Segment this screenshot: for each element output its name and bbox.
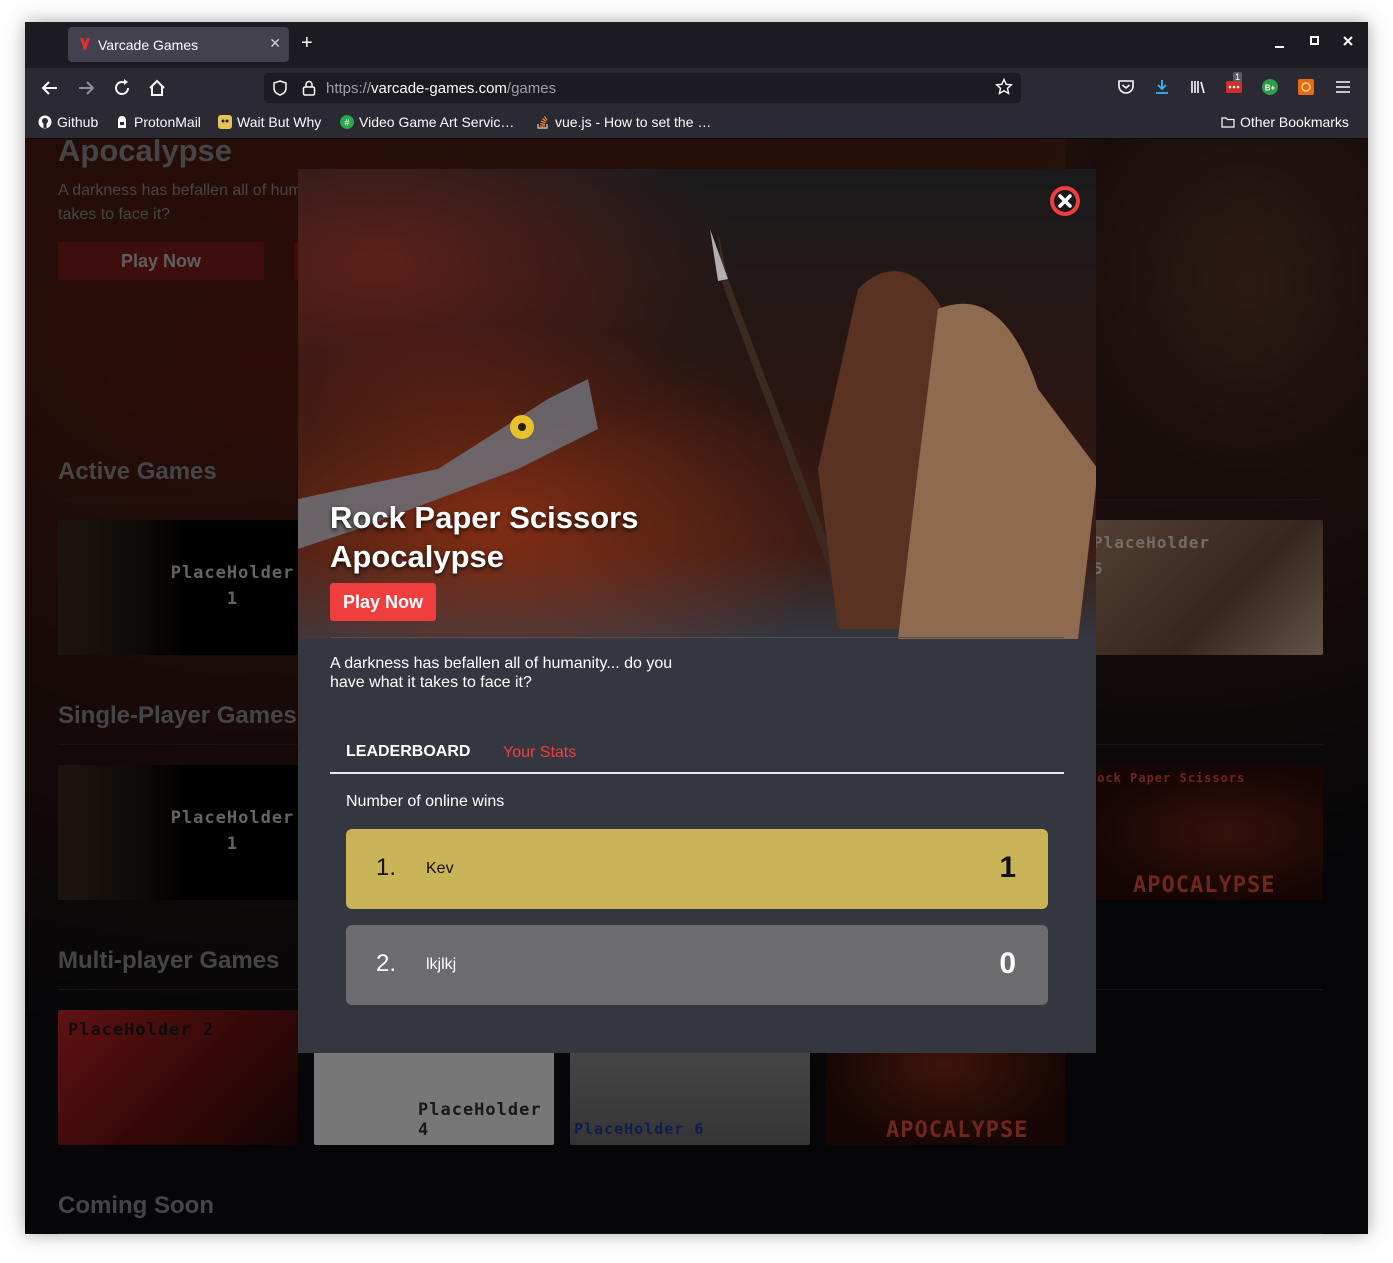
maximize-icon[interactable] <box>1310 36 1320 46</box>
minimize-icon[interactable] <box>1275 38 1285 48</box>
close-modal-icon[interactable] <box>1049 185 1081 217</box>
extension-bplus-icon[interactable]: B+ <box>1261 78 1279 96</box>
tracking-shield-icon[interactable] <box>272 80 288 96</box>
bookmark-label: ProtonMail <box>134 114 201 130</box>
stackoverflow-icon <box>537 116 548 129</box>
leaderboard-row-2: 2. lkjlkj 0 <box>346 925 1048 1005</box>
extension-lastpass-icon[interactable]: 1 <box>1225 72 1243 94</box>
game-title-line-1: Rock Paper Scissors <box>330 500 639 535</box>
address-bar[interactable]: https://varcade-games.com/games <box>264 73 1021 103</box>
close-window-icon[interactable] <box>1343 36 1353 46</box>
modal-divider <box>330 637 1064 638</box>
varcade-favicon-icon <box>80 38 90 50</box>
extension-badge: 1 <box>1233 72 1243 82</box>
leaderboard-player-name: Kev <box>426 860 454 877</box>
bookmarks-toolbar: Github ProtonMail Wait But Why # Video Ga… <box>25 108 1368 139</box>
bookmark-label: Wait But Why <box>237 114 322 130</box>
bookmark-label: Video Game Art Servic… <box>359 114 515 130</box>
waitbutwhy-icon <box>218 115 232 129</box>
bookmark-waitbutwhy[interactable]: Wait But Why <box>218 114 321 130</box>
downloads-icon[interactable] <box>1153 78 1171 96</box>
extension-settings-icon[interactable] <box>1297 78 1315 96</box>
pocket-icon[interactable] <box>1117 78 1135 96</box>
bookmark-star-icon[interactable] <box>995 78 1013 96</box>
game-details-modal: Rock Paper Scissors Apocalypse Play Now … <box>298 169 1096 1053</box>
tab-title: Varcade Games <box>98 37 199 53</box>
bookmark-label: vue.js - How to set the … <box>555 114 712 130</box>
menu-icon[interactable] <box>1334 78 1352 96</box>
url-protocol: https:// <box>326 80 372 97</box>
protonmail-icon <box>118 116 126 128</box>
tabs-underline <box>330 772 1064 774</box>
navigation-toolbar: https://varcade-games.com/games 1 B+ <box>25 68 1368 108</box>
lock-icon[interactable] <box>302 80 316 96</box>
back-icon[interactable] <box>39 77 61 99</box>
browser-tab[interactable]: Varcade Games ✕ <box>68 27 289 62</box>
game-title: Rock Paper Scissors Apocalypse <box>330 498 638 576</box>
github-icon <box>38 115 52 129</box>
library-icon[interactable] <box>1189 78 1207 96</box>
browser-window: Varcade Games ✕ + https://varcade-games.… <box>25 22 1368 1234</box>
other-bookmarks-folder[interactable]: Other Bookmarks <box>1221 114 1349 130</box>
bookmark-stackoverflow[interactable]: vue.js - How to set the … <box>536 114 711 130</box>
leaderboard-caption: Number of online wins <box>346 793 505 810</box>
tab-strip: Varcade Games ✕ + <box>25 22 1368 68</box>
leaderboard-player-name: lkjlkj <box>426 956 457 973</box>
bookmark-github[interactable]: Github <box>38 114 98 130</box>
game-description: A darkness has befallen all of humanity.… <box>330 655 673 691</box>
url-text[interactable]: https://varcade-games.com/games <box>326 80 556 97</box>
leaderboard-rank: 1. <box>376 854 397 881</box>
bookmark-videogameart[interactable]: # Video Game Art Servic… <box>340 114 514 130</box>
game-title-line-2: Apocalypse <box>330 539 505 574</box>
other-bookmarks-label: Other Bookmarks <box>1240 114 1349 130</box>
folder-icon <box>1221 117 1235 128</box>
leaderboard-score: 1 <box>999 851 1016 884</box>
home-icon[interactable] <box>146 77 168 99</box>
bookmark-protonmail[interactable]: ProtonMail <box>115 114 201 130</box>
url-host: varcade-games.com <box>371 80 507 97</box>
tab-leaderboard[interactable]: LEADERBOARD <box>346 743 470 761</box>
forward-icon[interactable] <box>75 77 97 99</box>
leaderboard-row-1: 1. Kev 1 <box>346 829 1048 909</box>
url-path: /games <box>506 80 557 97</box>
svg-text:B+: B+ <box>1265 84 1276 93</box>
reload-icon[interactable] <box>111 77 133 99</box>
vgart-icon: # <box>340 115 354 129</box>
new-tab-button[interactable]: + <box>301 33 313 53</box>
play-now-button[interactable]: Play Now <box>330 583 436 621</box>
leaderboard-score: 0 <box>999 947 1016 980</box>
tab-your-stats[interactable]: Your Stats <box>503 744 576 762</box>
tab-close-icon[interactable]: ✕ <box>269 35 281 52</box>
svg-text:#: # <box>344 118 349 128</box>
leaderboard-rank: 2. <box>376 950 397 977</box>
bookmark-label: Github <box>57 114 99 130</box>
